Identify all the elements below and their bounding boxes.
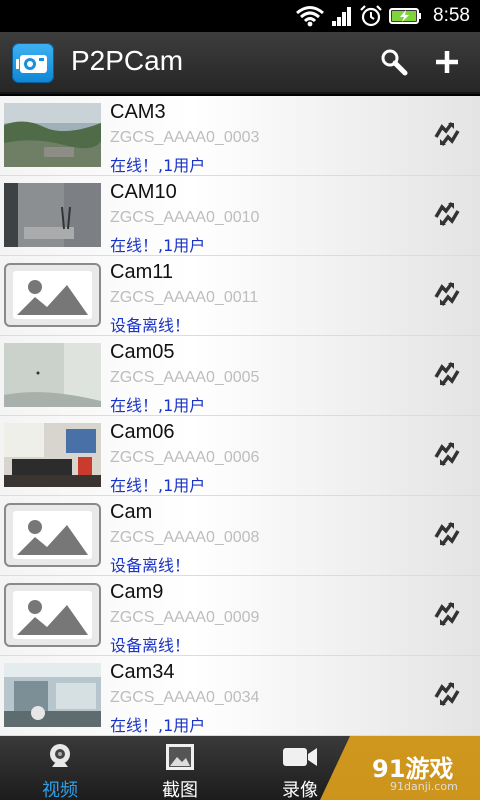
reconnect-button[interactable]: [430, 360, 464, 392]
camera-id: ZGCS_AAAA0_0008: [110, 529, 260, 546]
camera-status: 在线！,1用户: [110, 236, 206, 255]
watermark-url: 91danji.com: [390, 780, 458, 793]
placeholder-image-icon: [4, 583, 101, 647]
refresh-icon: [432, 361, 462, 391]
camera-name: Cam9: [110, 581, 164, 603]
camera-name: Cam06: [110, 421, 175, 443]
camera-name: Cam11: [110, 261, 173, 283]
camera-row[interactable]: Cam ZGCS_AAAA0_0008 设备离线！: [0, 496, 480, 576]
camera-thumbnail: [4, 103, 101, 167]
add-camera-button[interactable]: [427, 44, 467, 84]
camera-id: ZGCS_AAAA0_0005: [110, 369, 260, 386]
camera-name: Cam: [110, 501, 153, 523]
camera-status: 设备离线！: [110, 636, 191, 655]
refresh-icon: [432, 281, 462, 311]
reconnect-button[interactable]: [430, 120, 464, 152]
camera-status: 在线！,1用户: [110, 156, 206, 175]
camera-thumbnail: [4, 183, 101, 247]
placeholder-image-icon: [4, 503, 101, 567]
plus-icon: [434, 49, 460, 79]
app-title: P2PCam: [71, 45, 184, 76]
reconnect-button[interactable]: [430, 280, 464, 312]
tab-video-label: 视频: [42, 780, 78, 800]
reconnect-button[interactable]: [430, 600, 464, 632]
webcam-icon: [0, 740, 120, 774]
camera-id: ZGCS_AAAA0_0010: [110, 209, 260, 226]
camera-name: CAM3: [110, 101, 166, 123]
placeholder-image-icon: [4, 263, 101, 327]
camera-status: 设备离线！: [110, 556, 191, 575]
status-bar: 8:58: [0, 0, 480, 32]
status-time: 8:58: [433, 5, 470, 26]
app-logo-icon: [12, 43, 54, 83]
camera-id: ZGCS_AAAA0_0003: [110, 129, 260, 146]
reconnect-button[interactable]: [430, 440, 464, 472]
picture-icon: [120, 740, 240, 774]
camera-status: 设备离线！: [110, 316, 191, 335]
refresh-icon: [432, 441, 462, 471]
camera-row[interactable]: Cam9 ZGCS_AAAA0_0009 设备离线！: [0, 576, 480, 656]
tab-screenshots[interactable]: 截图: [120, 736, 240, 800]
watermark-logo: 91游戏 91danji.com: [320, 736, 480, 800]
camera-id: ZGCS_AAAA0_0034: [110, 689, 260, 706]
camera-status: 在线！,1用户: [110, 396, 206, 415]
reconnect-button[interactable]: [430, 520, 464, 552]
camera-row[interactable]: CAM10 ZGCS_AAAA0_0010 在线！,1用户: [0, 176, 480, 256]
camera-thumbnail: [4, 663, 101, 727]
wifi-icon: [295, 0, 325, 32]
camera-id: ZGCS_AAAA0_0009: [110, 609, 260, 626]
camera-row[interactable]: Cam06 ZGCS_AAAA0_0006 在线！,1用户: [0, 416, 480, 496]
signal-icon: [331, 0, 353, 32]
camera-row[interactable]: CAM3 ZGCS_AAAA0_0003 在线！,1用户: [0, 96, 480, 176]
camera-row[interactable]: Cam11 ZGCS_AAAA0_0011 设备离线！: [0, 256, 480, 336]
camera-list: CAM3 ZGCS_AAAA0_0003 在线！,1用户 CAM10 ZGCS_AAAA…: [0, 96, 480, 736]
battery-charging-icon: [389, 0, 423, 32]
refresh-icon: [432, 201, 462, 231]
camera-thumbnail: [4, 423, 101, 487]
tab-screenshots-label: 截图: [162, 780, 198, 800]
refresh-icon: [432, 121, 462, 151]
camera-status: 在线！,1用户: [110, 476, 206, 495]
camera-row[interactable]: Cam34 ZGCS_AAAA0_0034 在线！,1用户: [0, 656, 480, 736]
app-bar: P2PCam: [0, 32, 480, 94]
camera-id: ZGCS_AAAA0_0006: [110, 449, 260, 466]
search-icon: [379, 47, 409, 81]
camera-id: ZGCS_AAAA0_0011: [110, 289, 259, 306]
camera-row[interactable]: Cam05 ZGCS_AAAA0_0005 在线！,1用户: [0, 336, 480, 416]
refresh-icon: [432, 681, 462, 711]
search-button[interactable]: [374, 44, 414, 84]
watermark-text: 91游戏: [372, 755, 454, 783]
camera-status: 在线！,1用户: [110, 716, 206, 735]
alarm-icon: [359, 0, 383, 32]
tab-video[interactable]: 视频: [0, 736, 120, 800]
camera-name: Cam34: [110, 661, 175, 683]
camera-thumbnail: [4, 343, 101, 407]
reconnect-button[interactable]: [430, 680, 464, 712]
refresh-icon: [432, 521, 462, 551]
camera-name: Cam05: [110, 341, 175, 363]
camera-name: CAM10: [110, 181, 177, 203]
reconnect-button[interactable]: [430, 200, 464, 232]
refresh-icon: [432, 601, 462, 631]
